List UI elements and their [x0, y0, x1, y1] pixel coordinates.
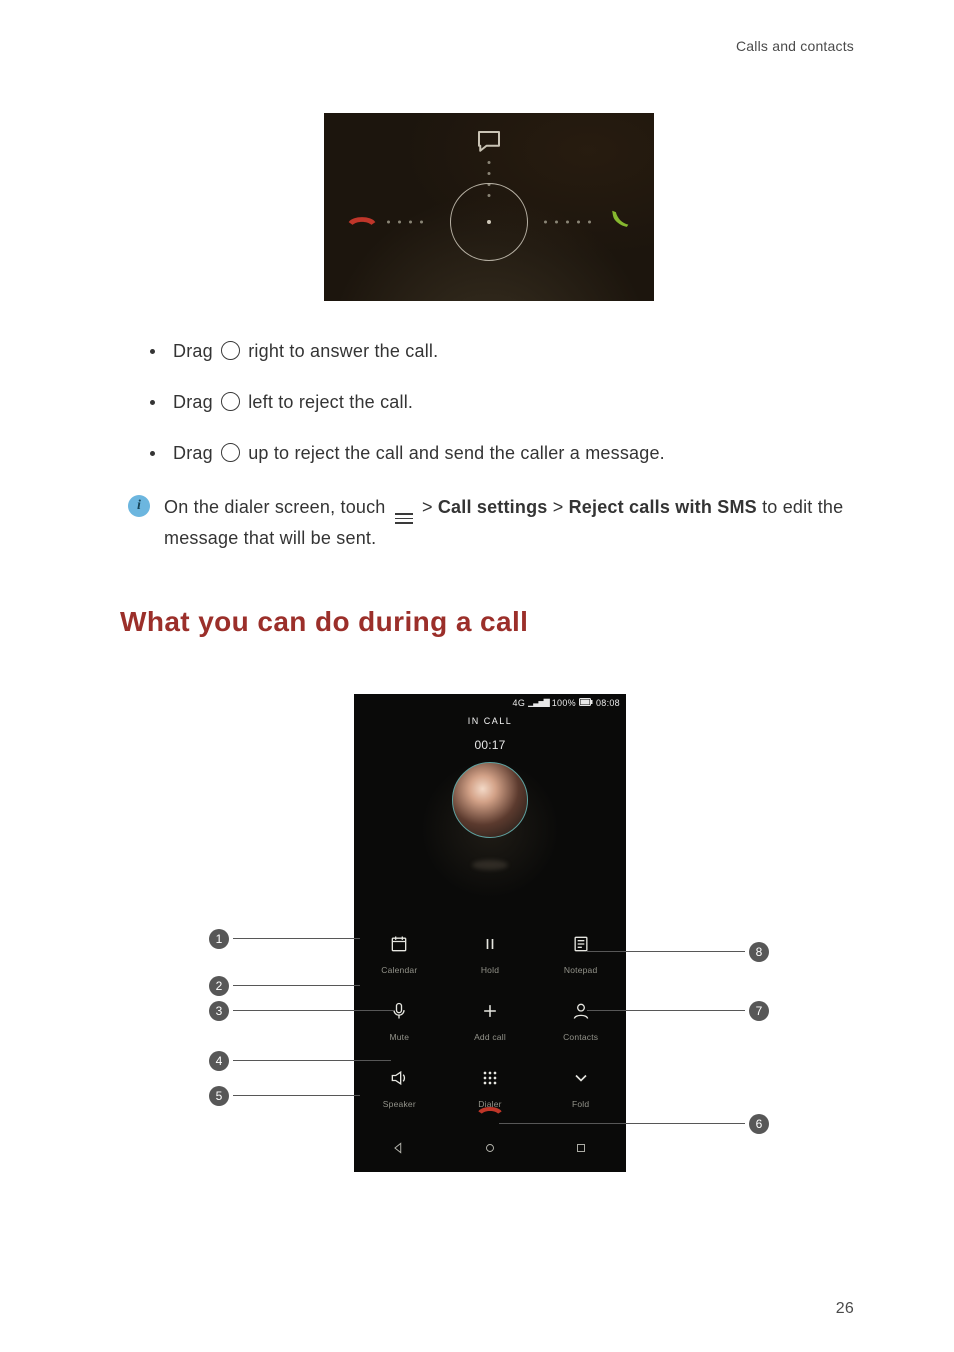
- calendar-icon: [389, 934, 409, 959]
- note-bold-reject-sms: Reject calls with SMS: [569, 497, 757, 517]
- callout-badge: 8: [749, 942, 769, 962]
- pause-icon: [480, 934, 500, 959]
- nav-recent-icon[interactable]: [574, 1139, 588, 1160]
- callout-badge: 4: [209, 1051, 229, 1071]
- phone-icon: [610, 209, 632, 236]
- callout-3: 3: [209, 1001, 395, 1021]
- section-heading: What you can do during a call: [120, 606, 858, 638]
- fold-button[interactable]: Fold: [535, 1068, 626, 1109]
- button-label: Speaker: [383, 1099, 416, 1109]
- running-header: Calls and contacts: [736, 38, 854, 54]
- list-item-text: right to answer the call.: [248, 341, 438, 361]
- message-icon: [474, 127, 504, 162]
- callout-2: 2: [209, 976, 360, 996]
- signal-icon: ▁▃▅▇: [528, 698, 549, 707]
- calendar-button[interactable]: Calendar: [354, 934, 445, 975]
- note-sep: >: [553, 497, 569, 517]
- list-item: Drag left to reject the call.: [150, 390, 858, 415]
- status-bar: 4G ▁▃▅▇ 100% 08:08: [513, 698, 620, 708]
- drag-circle-icon: [221, 392, 240, 411]
- network-type: 4G: [513, 698, 526, 708]
- callout-badge: 1: [209, 929, 229, 949]
- drag-circle-icon: [221, 443, 240, 462]
- clock-text: 08:08: [596, 698, 620, 708]
- phone-screenshot: 4G ▁▃▅▇ 100% 08:08 IN CALL 00:17 Calenda…: [354, 694, 626, 1172]
- callout-5: 5: [209, 1086, 360, 1106]
- nav-back-icon[interactable]: [392, 1139, 406, 1160]
- in-call-label: IN CALL: [354, 716, 626, 726]
- drag-prefix: Drag: [173, 443, 218, 463]
- button-label: Hold: [481, 965, 499, 975]
- drag-prefix: Drag: [173, 341, 218, 361]
- list-item: Drag right to answer the call.: [150, 339, 858, 364]
- callout-badge: 2: [209, 976, 229, 996]
- callout-6: 6: [499, 1114, 769, 1134]
- callout-badge: 7: [749, 1001, 769, 1021]
- callout-badge: 3: [209, 1001, 229, 1021]
- in-call-figure: 4G ▁▃▅▇ 100% 08:08 IN CALL 00:17 Calenda…: [209, 694, 769, 1204]
- note-bold-call-settings: Call settings: [438, 497, 548, 517]
- page-number: 26: [836, 1300, 854, 1318]
- button-label: Contacts: [563, 1032, 598, 1042]
- battery-icon: [579, 698, 593, 708]
- callout-1: 1: [209, 929, 360, 949]
- button-label: Add call: [474, 1032, 506, 1042]
- info-note: i On the dialer screen, touch > Call set…: [128, 493, 858, 554]
- button-label: Fold: [572, 1099, 589, 1109]
- note-sep: >: [422, 497, 438, 517]
- drag-prefix: Drag: [173, 392, 218, 412]
- callout-4: 4: [209, 1051, 391, 1071]
- list-item-text: left to reject the call.: [248, 392, 413, 412]
- drag-circle-icon: [221, 341, 240, 360]
- button-label: Mute: [389, 1032, 409, 1042]
- list-item-text: up to reject the call and send the calle…: [248, 443, 665, 463]
- callout-8: 8: [587, 942, 769, 962]
- instruction-list: Drag right to answer the call. Drag left…: [150, 339, 858, 467]
- button-label: Calendar: [381, 965, 417, 975]
- speaker-icon: [389, 1068, 409, 1093]
- list-item: Drag up to reject the call and send the …: [150, 441, 858, 466]
- battery-pct: 100%: [552, 698, 576, 708]
- incoming-call-screenshot: [324, 113, 654, 301]
- call-timer: 00:17: [354, 738, 626, 752]
- add-call-button[interactable]: Add call: [445, 1001, 536, 1042]
- button-label: Notepad: [564, 965, 598, 975]
- keypad-icon: [480, 1068, 500, 1093]
- menu-icon: [395, 513, 413, 524]
- hold-button[interactable]: Hold: [445, 934, 536, 975]
- info-icon: i: [128, 495, 150, 517]
- android-navbar: [354, 1139, 626, 1160]
- speaker-button[interactable]: Speaker: [354, 1068, 445, 1109]
- contact-avatar: [452, 762, 528, 838]
- hangup-icon: [346, 208, 378, 237]
- callout-7: 7: [587, 1001, 769, 1021]
- chevron-down-icon: [571, 1068, 591, 1093]
- callout-badge: 5: [209, 1086, 229, 1106]
- nav-home-icon[interactable]: [483, 1139, 497, 1160]
- plus-icon: [480, 1001, 500, 1026]
- note-text: On the dialer screen, touch: [164, 497, 391, 517]
- callout-badge: 6: [749, 1114, 769, 1134]
